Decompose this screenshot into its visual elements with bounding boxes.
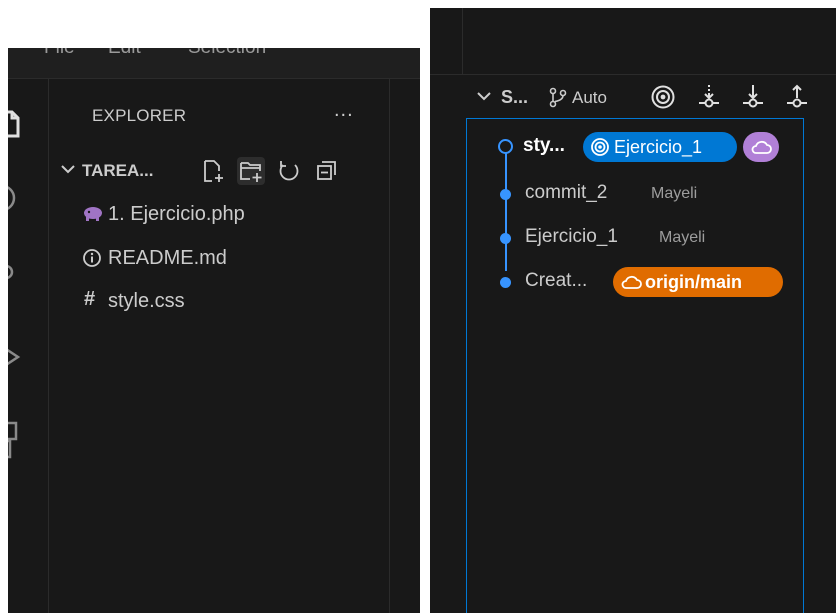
divider	[462, 8, 463, 74]
commit-dot	[500, 233, 511, 244]
target-icon[interactable]	[650, 84, 676, 110]
commit-message: Ejercicio_1	[525, 226, 618, 247]
commit-row[interactable]: Ejercicio_1 Mayeli	[467, 215, 803, 261]
commit-row[interactable]: commit_2 Mayeli	[467, 171, 803, 217]
run-debug-icon[interactable]	[8, 342, 22, 377]
file-row[interactable]: README.md	[49, 239, 389, 277]
branch-filter-label[interactable]: Auto	[572, 88, 607, 108]
cloud-icon	[620, 272, 642, 297]
branch-badge-label: Ejercicio_1	[614, 137, 703, 157]
commit-dot	[500, 277, 511, 288]
commit-author: Mayeli	[651, 185, 698, 202]
current-commit-dot	[498, 139, 513, 154]
explorer-title: EXPLORER	[92, 106, 187, 125]
chevron-down-icon[interactable]	[476, 86, 492, 110]
branch-icon[interactable]	[547, 86, 569, 108]
commit-row[interactable]: sty... Ejercicio_1	[467, 124, 803, 170]
commit-message: commit_2	[525, 182, 608, 203]
chevron-down-icon	[60, 159, 76, 184]
more-actions-button[interactable]: ...	[334, 99, 354, 122]
explorer-sidebar: EXPLORER ... TAREA... 1. Ejercicio.php R…	[49, 79, 390, 613]
info-icon	[82, 248, 102, 272]
source-control-graph-window: S... Auto sty... Ejercicio_1 commit_2 Ma…	[430, 8, 836, 613]
menu-bar: File Edit Selection	[8, 48, 420, 79]
cloud-icon	[750, 137, 772, 162]
push-icon[interactable]	[784, 84, 810, 110]
commit-row[interactable]: Creat... origin/main	[467, 259, 803, 305]
menu-file[interactable]: File	[44, 48, 75, 59]
commit-graph: sty... Ejercicio_1 commit_2 Mayeli Ejerc…	[466, 118, 804, 613]
hash-icon: #	[84, 288, 96, 310]
graph-header[interactable]: S... Auto	[468, 80, 836, 114]
fetch-icon[interactable]	[696, 84, 722, 110]
refresh-icon[interactable]	[275, 157, 303, 185]
pull-icon[interactable]	[740, 84, 766, 110]
explorer-window: File Edit Selection EXPLORER ... TAREA..…	[8, 48, 420, 613]
commit-message: Creat...	[525, 270, 588, 291]
remote-branch-label: origin/main	[645, 272, 743, 292]
menu-edit[interactable]: Edit	[108, 48, 141, 59]
file-name: 1. Ejercicio.php	[108, 203, 245, 225]
folder-row[interactable]: TAREA...	[49, 155, 389, 187]
files-icon[interactable]	[8, 109, 20, 144]
php-elephant-icon	[82, 204, 104, 228]
source-control-icon[interactable]	[8, 264, 22, 299]
panel-top-area	[430, 8, 836, 75]
graph-title: S...	[501, 87, 529, 107]
file-name: README.md	[108, 247, 227, 269]
menu-selection[interactable]: Selection	[188, 48, 266, 59]
branch-badge[interactable]: Ejercicio_1	[583, 132, 737, 162]
remote-badge[interactable]	[743, 132, 779, 162]
file-name: style.css	[108, 290, 185, 312]
file-row[interactable]: # style.css	[49, 282, 389, 320]
activity-bar	[8, 79, 49, 613]
remote-branch-badge[interactable]: origin/main	[613, 267, 783, 297]
search-icon[interactable]	[8, 184, 22, 219]
commit-dot	[500, 189, 511, 200]
new-file-icon[interactable]	[199, 157, 227, 185]
collapse-all-icon[interactable]	[313, 157, 341, 185]
commit-author: Mayeli	[659, 229, 706, 246]
new-folder-icon[interactable]	[237, 157, 265, 185]
target-icon	[590, 137, 610, 162]
file-row[interactable]: 1. Ejercicio.php	[49, 195, 389, 233]
commit-message: sty...	[523, 135, 565, 156]
folder-name: TAREA...	[82, 161, 154, 180]
extensions-icon[interactable]	[8, 421, 22, 466]
